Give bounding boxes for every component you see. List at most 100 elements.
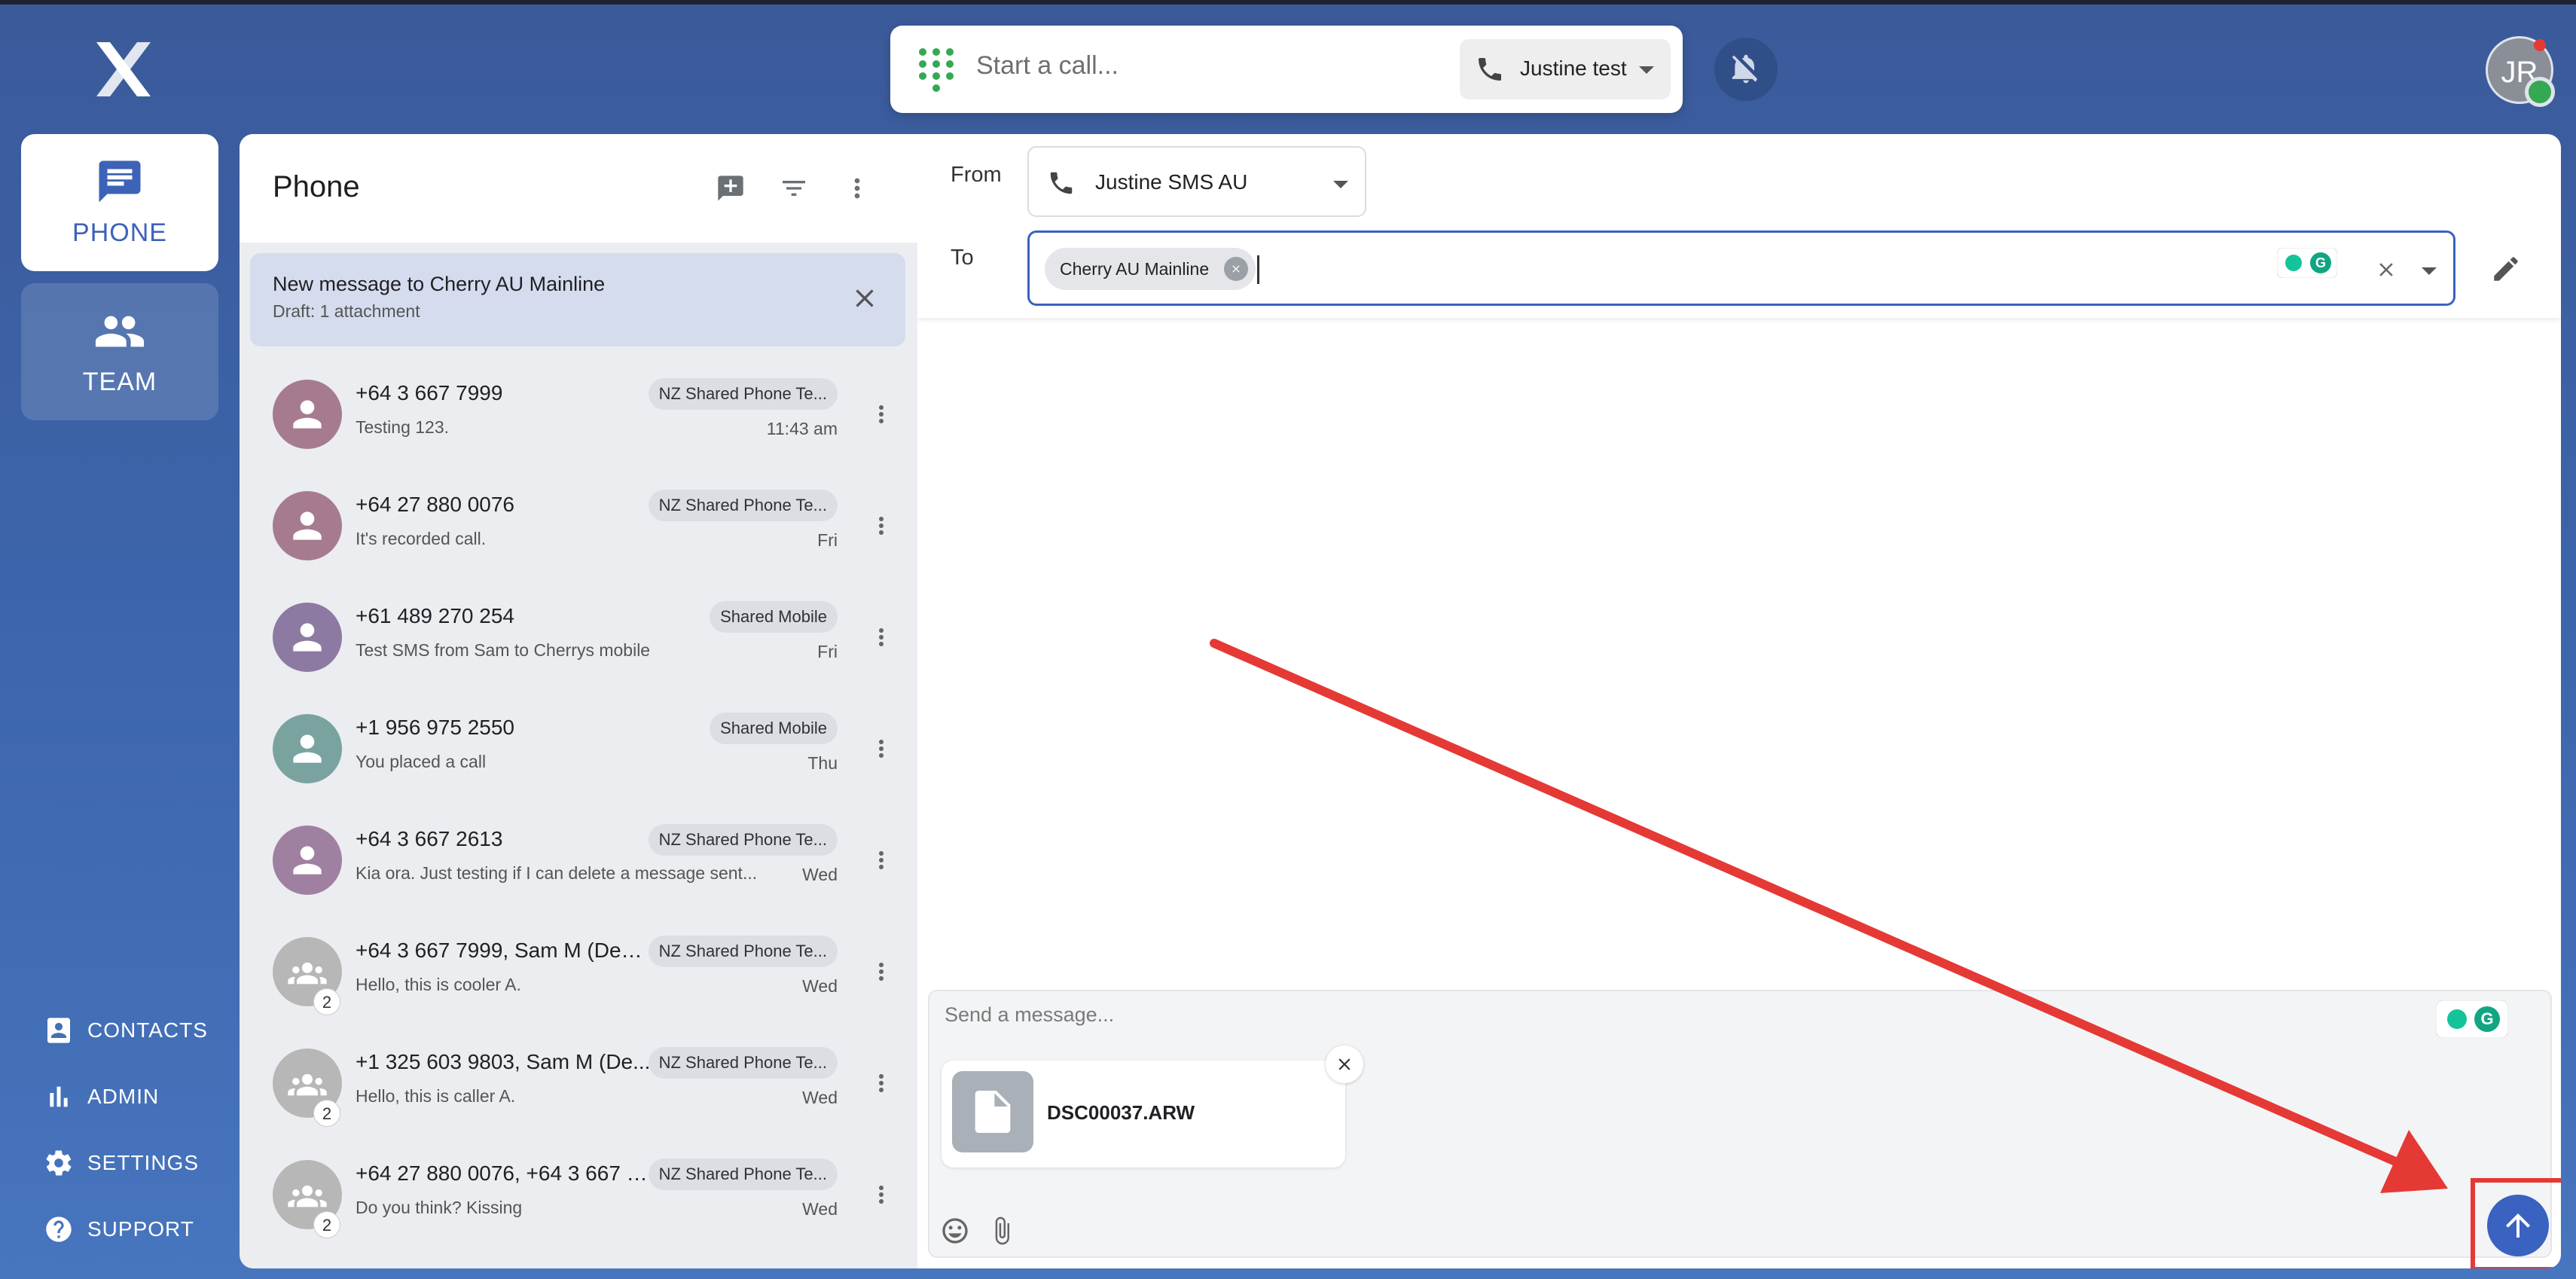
more-vertical-icon[interactable]: [842, 173, 872, 203]
person-icon: [293, 734, 322, 763]
text-cursor: [1257, 255, 1259, 284]
message-time: Wed: [802, 976, 838, 996]
conversation-item[interactable]: +64 27 880 0076 NZ Shared Phone Te... It's…: [240, 470, 917, 582]
message-snippet: Testing 123.: [356, 417, 450, 437]
attachment-card[interactable]: DSC00037.ARW: [942, 1045, 1363, 1168]
app-logo: [96, 42, 151, 96]
line-chip: NZ Shared Phone Te...: [648, 378, 838, 410]
svg-text:G: G: [2480, 1009, 2493, 1028]
more-vertical-icon[interactable]: [868, 957, 895, 987]
nav-admin-label: ADMIN: [87, 1085, 160, 1108]
line-selector-label: Justine test: [1520, 56, 1627, 80]
line-chip: Shared Mobile: [710, 713, 838, 744]
grammarly-icon[interactable]: G: [2436, 1000, 2508, 1038]
message-time: Wed: [802, 1088, 838, 1107]
svg-text:G: G: [2315, 255, 2326, 270]
more-vertical-icon[interactable]: [868, 622, 895, 652]
to-label: To: [951, 246, 974, 270]
line-chip: NZ Shared Phone Te...: [648, 936, 838, 967]
nav-contacts-label: CONTACTS: [87, 1018, 208, 1042]
conversation-item[interactable]: +64 3 667 2613 NZ Shared Phone Te... Kia o…: [240, 804, 917, 916]
message-composer[interactable]: Send a message... G DSC00037.ARW: [928, 990, 2561, 1268]
conversation-item[interactable]: +1 956 975 2550 Shared Mobile You placed a…: [240, 693, 917, 804]
message-time: Fri: [817, 530, 838, 550]
nav-team-label: TEAM: [82, 368, 157, 396]
nav-phone-label: PHONE: [72, 218, 167, 247]
avatar: [273, 603, 342, 672]
line-chip: NZ Shared Phone Te...: [648, 824, 838, 856]
participant-count-badge: 2: [313, 988, 340, 1015]
attach-icon[interactable]: [987, 1214, 1017, 1247]
clear-icon[interactable]: [2375, 258, 2397, 281]
message-snippet: Kia ora. Just testing if I can delete a …: [356, 863, 758, 883]
conversation-name: +61 489 270 254: [356, 604, 514, 627]
phone-icon: [1050, 172, 1073, 194]
dialpad-icon[interactable]: [919, 48, 955, 93]
chevron-down-icon[interactable]: [2422, 267, 2437, 275]
nav-settings-label: SETTINGS: [87, 1151, 200, 1174]
file-icon: [975, 1091, 1011, 1133]
line-chip: NZ Shared Phone Te...: [648, 1047, 838, 1079]
edit-icon[interactable]: [2490, 253, 2522, 285]
filter-icon[interactable]: [779, 173, 809, 203]
compose-panel: From Justine SMS AU To Cherry AU Mainlin…: [917, 134, 2561, 1268]
line-chip: NZ Shared Phone Te...: [648, 1158, 838, 1190]
line-chip: Shared Mobile: [710, 601, 838, 633]
more-vertical-icon[interactable]: [868, 1068, 895, 1098]
person-icon: [293, 623, 322, 652]
window-top-border: [0, 0, 2576, 5]
arrow-up-icon: [2506, 1213, 2530, 1238]
message-input[interactable]: Send a message...: [945, 1003, 1114, 1027]
more-vertical-icon[interactable]: [868, 511, 895, 541]
group-icon: [288, 1073, 327, 1096]
avatar: [273, 714, 342, 783]
nav-phone[interactable]: PHONE: [21, 134, 218, 271]
call-bar: Start a call... Justine test: [890, 26, 1683, 113]
recipient-field[interactable]: Cherry AU Mainline G: [1027, 230, 2455, 306]
file-thumbnail: [952, 1071, 1033, 1152]
chevron-down-icon: [1639, 66, 1654, 74]
message-snippet: It's recorded call.: [356, 529, 487, 548]
people-icon: [95, 316, 145, 347]
conversation-name: +64 3 667 7999: [356, 381, 503, 404]
emoji-icon[interactable]: [940, 1216, 970, 1246]
notifications-muted-button[interactable]: [1714, 38, 1778, 101]
message-snippet: Hello, this is cooler A.: [356, 975, 521, 994]
conversation-item[interactable]: 2 +64 3 667 7999, Sam M (Dem... NZ Shared …: [240, 916, 917, 1027]
online-status-indicator: [2525, 77, 2555, 107]
participant-count-badge: 2: [313, 1100, 340, 1127]
message-snippet: Test SMS from Sam to Cherrys mobile: [356, 640, 651, 660]
chevron-down-icon: [1333, 181, 1348, 188]
conversation-name: +64 3 667 7999, Sam M (Dem...: [356, 939, 654, 962]
nav-support-label: SUPPORT: [87, 1217, 194, 1241]
remove-recipient-button[interactable]: [1224, 257, 1249, 281]
send-button[interactable]: [2487, 1195, 2549, 1256]
conversation-item[interactable]: 2 +1 325 603 9803, Sam M (De... NZ Shared …: [240, 1027, 917, 1139]
line-selector[interactable]: Justine test: [1460, 39, 1671, 99]
nav-team[interactable]: TEAM: [21, 283, 218, 420]
conversation-item[interactable]: +61 489 270 254 Shared Mobile Test SMS fro…: [240, 582, 917, 693]
recipient-chip: Cherry AU Mainline: [1045, 248, 1256, 290]
more-vertical-icon[interactable]: [868, 399, 895, 429]
call-input[interactable]: Start a call...: [976, 51, 1119, 81]
notification-dot: [2534, 39, 2546, 51]
remove-attachment-button[interactable]: [1326, 1045, 1363, 1083]
more-vertical-icon[interactable]: [868, 1180, 895, 1210]
avatar: [273, 826, 342, 895]
close-icon: [1338, 1058, 1351, 1070]
message-time: Wed: [802, 865, 838, 884]
bell-off-icon: [1732, 54, 1757, 84]
bar-chart-icon: [50, 1086, 68, 1107]
conversation-item[interactable]: 2 +64 27 880 0076, +64 3 667 7... NZ Share…: [240, 1139, 917, 1250]
person-icon: [293, 846, 322, 875]
draft-conversation-item[interactable]: New message to Cherry AU Mainline Draft:…: [250, 253, 905, 346]
from-line-select[interactable]: Justine SMS AU: [1027, 146, 1366, 217]
more-vertical-icon[interactable]: [868, 845, 895, 875]
close-icon[interactable]: [850, 283, 880, 313]
new-message-icon[interactable]: [716, 173, 746, 203]
more-vertical-icon[interactable]: [868, 734, 895, 764]
conversation-item[interactable]: +64 3 667 7999 NZ Shared Phone Te... Testi…: [240, 359, 917, 470]
gear-icon: [46, 1150, 72, 1176]
grammarly-icon[interactable]: G: [2277, 248, 2337, 278]
conversation-name: +1 325 603 9803, Sam M (De...: [356, 1050, 651, 1073]
